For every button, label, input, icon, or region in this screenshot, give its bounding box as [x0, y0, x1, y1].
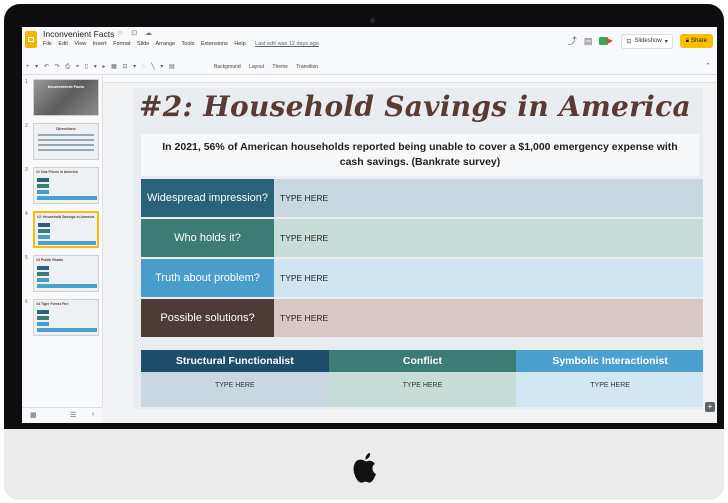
- question-label: Widespread impression?: [141, 179, 274, 217]
- slide-thumbnail[interactable]: #1 Gas Prices in America: [33, 167, 99, 204]
- perspective-header: Structural Functionalist: [141, 350, 329, 372]
- grid-view-icon[interactable]: ▦: [30, 411, 37, 419]
- menu-format[interactable]: Format: [113, 41, 130, 47]
- present-icon: ⊡: [626, 38, 632, 45]
- menu-tools[interactable]: Tools: [182, 41, 195, 47]
- menu-bar: File Edit View Insert Format Slide Arran…: [43, 41, 324, 47]
- perspectives-table: Structural Functionalist TYPE HERE Confl…: [141, 350, 703, 407]
- activity-trend-icon[interactable]: ⤴: [568, 36, 577, 46]
- filmstrip-slide-1[interactable]: 1 Inconvenient Facts: [25, 79, 101, 119]
- filmstrip-slide-4[interactable]: 4 #2: Household Savings in America: [25, 211, 101, 251]
- filmstrip-slide-5[interactable]: 5 #3 Public Roads: [25, 255, 101, 295]
- comments-icon[interactable]: ▤: [584, 36, 593, 46]
- filmstrip-slide-2[interactable]: 2 Directions: [25, 123, 101, 163]
- thumbnail-title: #3 Public Roads: [36, 258, 64, 262]
- document-title[interactable]: Inconvenient Facts: [43, 29, 114, 39]
- answer-field[interactable]: TYPE HERE: [274, 299, 703, 337]
- menu-slide[interactable]: Slide: [137, 41, 149, 47]
- perspective-answer-field[interactable]: TYPE HERE: [516, 372, 703, 407]
- question-row-solutions: Possible solutions? TYPE HERE: [141, 299, 703, 337]
- perspective-conflict: Conflict TYPE HERE: [328, 350, 517, 407]
- menu-file[interactable]: File: [43, 41, 52, 47]
- layout-button[interactable]: Layout: [249, 64, 264, 70]
- menu-edit[interactable]: Edit: [58, 41, 67, 47]
- thumbnail-title: #2: Household Savings in America: [37, 215, 95, 219]
- slide-thumbnail[interactable]: #4 Tiger Forest Fire: [33, 299, 99, 336]
- background-button[interactable]: Background: [214, 64, 241, 70]
- slideshow-label: Slideshow: [634, 38, 662, 44]
- toolbar: + ▾ ↶ ↷ ⎙ ⌖ ▯ ▾ ▸ ▦ ⊡ ▾ ◌ ╲ ▾ ▤ Backgrou…: [22, 61, 717, 75]
- thumbnail-title: Directions: [56, 126, 76, 131]
- slide-thumbnail[interactable]: Inconvenient Facts: [33, 79, 99, 116]
- slide-number: 3: [25, 167, 28, 173]
- app-header: Inconvenient Facts ☆ ⊡ ☁ File Edit View …: [22, 27, 717, 61]
- apple-logo-icon: [353, 453, 376, 483]
- last-edit-link[interactable]: Last edit was 12 days ago: [255, 41, 319, 47]
- menu-help[interactable]: Help: [234, 41, 245, 47]
- question-label: Possible solutions?: [141, 299, 274, 337]
- slide-number: 4: [25, 211, 28, 217]
- lock-icon: 🔒︎: [685, 37, 689, 44]
- perspective-header: Symbolic Interactionist: [516, 350, 703, 372]
- slide-number: 1: [25, 79, 28, 85]
- statistic-text-box[interactable]: In 2021, 56% of American households repo…: [141, 134, 699, 176]
- perspective-header: Conflict: [328, 350, 517, 372]
- menu-view[interactable]: View: [74, 41, 86, 47]
- slide-thumbnail[interactable]: Directions: [33, 123, 99, 160]
- slide-number: 5: [25, 255, 28, 261]
- slide-filmstrip: 1 Inconvenient Facts 2 Directions 3 #1 G…: [22, 75, 103, 407]
- explore-plus-icon[interactable]: +: [705, 402, 715, 412]
- filmstrip-slide-6[interactable]: 6 #4 Tiger Forest Fire: [25, 299, 101, 339]
- thumbnail-title: Inconvenient Facts: [47, 84, 85, 89]
- slide-title[interactable]: #2: Household Savings in America: [139, 90, 699, 123]
- filmstrip-view-controls: ▦ ☰ ‹: [22, 407, 102, 423]
- current-slide[interactable]: #2: Household Savings in America In 2021…: [133, 88, 703, 409]
- share-label: Share: [690, 38, 707, 44]
- menu-extensions[interactable]: Extensions: [201, 41, 228, 47]
- camera-dot: [370, 18, 375, 23]
- google-slides-logo-icon[interactable]: [25, 31, 37, 48]
- chevron-down-icon[interactable]: ▾: [665, 38, 668, 45]
- meet-video-icon[interactable]: [599, 36, 614, 46]
- question-label: Truth about problem?: [141, 259, 274, 297]
- statistic-text: In 2021, 56% of American households repo…: [162, 141, 678, 168]
- question-row-who-holds: Who holds it? TYPE HERE: [141, 219, 703, 257]
- chevron-up-icon[interactable]: ⌃: [705, 62, 711, 70]
- answer-field[interactable]: TYPE HERE: [274, 219, 703, 257]
- perspective-answer-field[interactable]: TYPE HERE: [141, 372, 329, 407]
- menu-insert[interactable]: Insert: [93, 41, 107, 47]
- slide-thumbnail-selected[interactable]: #2: Household Savings in America: [33, 211, 99, 248]
- collapse-panel-icon[interactable]: ‹: [92, 411, 94, 418]
- theme-button[interactable]: Theme: [272, 64, 288, 70]
- question-row-truth: Truth about problem? TYPE HERE: [141, 259, 703, 297]
- filmstrip-slide-3[interactable]: 3 #1 Gas Prices in America: [25, 167, 101, 207]
- imac-display-bezel: Inconvenient Facts ☆ ⊡ ☁ File Edit View …: [4, 4, 724, 429]
- perspective-answer-field[interactable]: TYPE HERE: [328, 372, 517, 407]
- slide-canvas: #2: Household Savings in America In 2021…: [103, 75, 717, 423]
- question-row-widespread: Widespread impression? TYPE HERE: [141, 179, 703, 217]
- browser-screen: Inconvenient Facts ☆ ⊡ ☁ File Edit View …: [22, 27, 717, 423]
- list-view-icon[interactable]: ☰: [70, 411, 76, 419]
- slideshow-button[interactable]: ⊡ Slideshow ▾: [621, 33, 673, 49]
- thumbnail-title: #4 Tiger Forest Fire: [36, 302, 69, 306]
- slide-number: 6: [25, 299, 28, 305]
- horizontal-ruler: [103, 75, 717, 83]
- star-move-cloud-icons[interactable]: ☆ ⊡ ☁: [117, 29, 155, 37]
- share-button[interactable]: 🔒︎ Share: [679, 34, 713, 48]
- answer-field[interactable]: TYPE HERE: [274, 259, 703, 297]
- header-actions: ⤴ ▤ ⊡ Slideshow ▾ 🔒︎ Share: [568, 33, 713, 49]
- slide-thumbnail[interactable]: #3 Public Roads: [33, 255, 99, 292]
- answer-field[interactable]: TYPE HERE: [274, 179, 703, 217]
- transition-button[interactable]: Transition: [296, 64, 318, 70]
- menu-arrange[interactable]: Arrange: [156, 41, 176, 47]
- toolbar-icons[interactable]: + ▾ ↶ ↷ ⎙ ⌖ ▯ ▾ ▸ ▦ ⊡ ▾ ◌ ╲ ▾ ▤: [26, 63, 177, 71]
- thumbnail-title: #1 Gas Prices in America: [36, 170, 78, 174]
- toolbar-labels: Background Layout Theme Transition: [214, 64, 325, 70]
- perspective-structural-functionalist: Structural Functionalist TYPE HERE: [141, 350, 329, 407]
- slide-number: 2: [25, 123, 28, 129]
- question-label: Who holds it?: [141, 219, 274, 257]
- perspective-symbolic-interactionist: Symbolic Interactionist TYPE HERE: [516, 350, 703, 407]
